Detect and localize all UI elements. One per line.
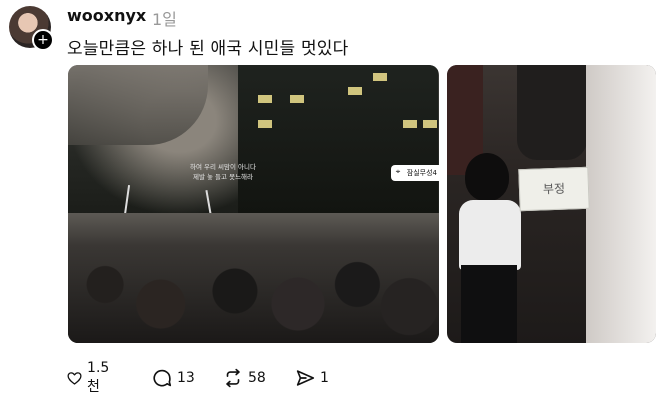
location-tag: ⌖ 잠실무성4 — [390, 165, 439, 181]
protest-sign: 부정 — [518, 166, 590, 212]
pin-icon: ⌖ — [395, 167, 401, 176]
photo-crowd — [68, 213, 439, 343]
photo-girl-body — [459, 200, 521, 270]
follow-plus-icon[interactable]: + — [32, 29, 54, 51]
like-button[interactable]: 1.5천 — [66, 360, 114, 395]
caption-line-2: 제발 놓 들고 못느해라 — [192, 173, 254, 181]
post-text: 오늘만큼은 하나 된 애국 시민들 멋있다 — [67, 39, 349, 59]
photo-caption: 하여 우리 씨맘이 아니다 제발 놓 들고 못느해라 — [163, 162, 283, 182]
location-tag-text: 잠실무성4 — [406, 169, 437, 177]
comment-count: 13 — [177, 370, 195, 386]
photo-sky — [68, 65, 208, 145]
share-count: 1 — [320, 370, 329, 386]
username[interactable]: wooxnyx — [67, 6, 146, 25]
photo-person-right — [586, 65, 656, 343]
caption-line-1: 하여 우리 씨맘이 아니다 — [190, 163, 256, 171]
post-photo-2[interactable]: 부정 — [447, 65, 656, 343]
repost-button[interactable]: 58 — [222, 365, 266, 391]
repost-icon — [226, 368, 240, 388]
photo-building — [238, 65, 438, 215]
photo-girl-head — [465, 153, 509, 201]
share-icon — [296, 370, 315, 386]
share-button[interactable]: 1 — [294, 365, 329, 391]
comment-button[interactable]: 13 — [151, 365, 195, 391]
post-time: 1일 — [152, 10, 177, 29]
like-count: 1.5천 — [87, 360, 110, 395]
repost-count: 58 — [248, 370, 266, 386]
avatar[interactable]: + — [9, 6, 54, 51]
heart-icon — [67, 372, 82, 385]
post-photo-1[interactable]: 하여 우리 씨맘이 아니다 제발 놓 들고 못느해라 ⌖ 잠실무성4 — [68, 65, 439, 343]
photo-person-back — [517, 65, 587, 160]
photo-girl-skirt — [461, 265, 517, 343]
comment-icon — [153, 369, 172, 387]
